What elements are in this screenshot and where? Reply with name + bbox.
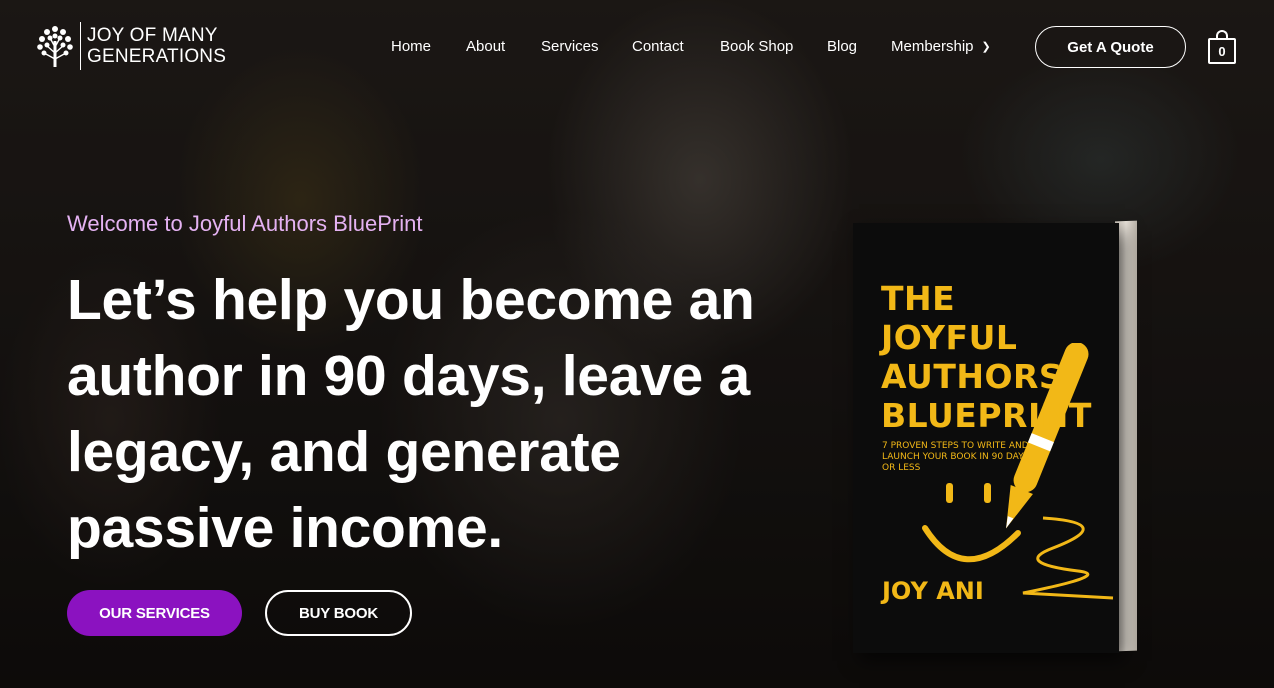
get-a-quote-button[interactable]: Get A Quote <box>1035 26 1186 68</box>
nav-item-blog[interactable]: Blog <box>827 38 857 55</box>
nav-item-membership-label: Membership <box>891 38 974 55</box>
book-title-line: AUTHORS <box>881 357 1064 396</box>
hero-headline-line: author in 90 days, leave a <box>67 344 750 408</box>
buy-book-button[interactable]: BUY BOOK <box>265 590 412 636</box>
book-author: JOY ANI <box>882 577 984 605</box>
our-services-button[interactable]: OUR SERVICES <box>67 590 242 636</box>
book-title-line: THE <box>881 279 956 318</box>
hero-headline-line: passive income. <box>67 496 503 560</box>
book-title: THE JOYFUL AUTHORS BLUEPRINT <box>881 279 1092 435</box>
logo-wordmark: JOY OF MANY GENERATIONS <box>87 25 226 67</box>
tree-icon <box>37 26 73 67</box>
nav-item-home[interactable]: Home <box>391 38 431 55</box>
hero-headline-line: legacy, and generate <box>67 420 621 484</box>
nav-item-contact[interactable]: Contact <box>632 38 684 55</box>
hero-headline: Let’s help you become an author in 90 da… <box>67 262 787 566</box>
cart-button[interactable]: 0 <box>1208 30 1236 64</box>
hero-headline-line: Let’s help you become an <box>67 268 755 332</box>
site-logo[interactable]: JOY OF MANY GENERATIONS <box>36 22 226 70</box>
logo-line-1: JOY OF MANY <box>87 25 218 46</box>
cart-count: 0 <box>1208 38 1236 64</box>
book-cover: THE JOYFUL AUTHORS BLUEPRINT 7 PROVEN ST… <box>853 223 1119 653</box>
logo-divider <box>80 22 81 70</box>
nav-item-book-shop[interactable]: Book Shop <box>720 38 793 55</box>
book-cover-image: THE JOYFUL AUTHORS BLUEPRINT 7 PROVEN ST… <box>853 215 1139 655</box>
hero-eyebrow: Welcome to Joyful Authors BluePrint <box>67 211 423 236</box>
logo-line-2: GENERATIONS <box>87 46 227 67</box>
chevron-down-icon: ❯ <box>981 41 991 53</box>
book-title-line: BLUEPRINT <box>881 396 1092 435</box>
book-subtitle: 7 PROVEN STEPS TO WRITE AND LAUNCH YOUR … <box>882 441 1030 473</box>
nav-item-membership[interactable]: Membership ❯ <box>891 38 991 55</box>
nav-item-about[interactable]: About <box>466 38 505 55</box>
site-header: JOY OF MANY GENERATIONS Home About Servi… <box>0 0 1274 96</box>
book-title-line: JOYFUL <box>881 318 1018 357</box>
nav-item-services[interactable]: Services <box>541 38 599 55</box>
